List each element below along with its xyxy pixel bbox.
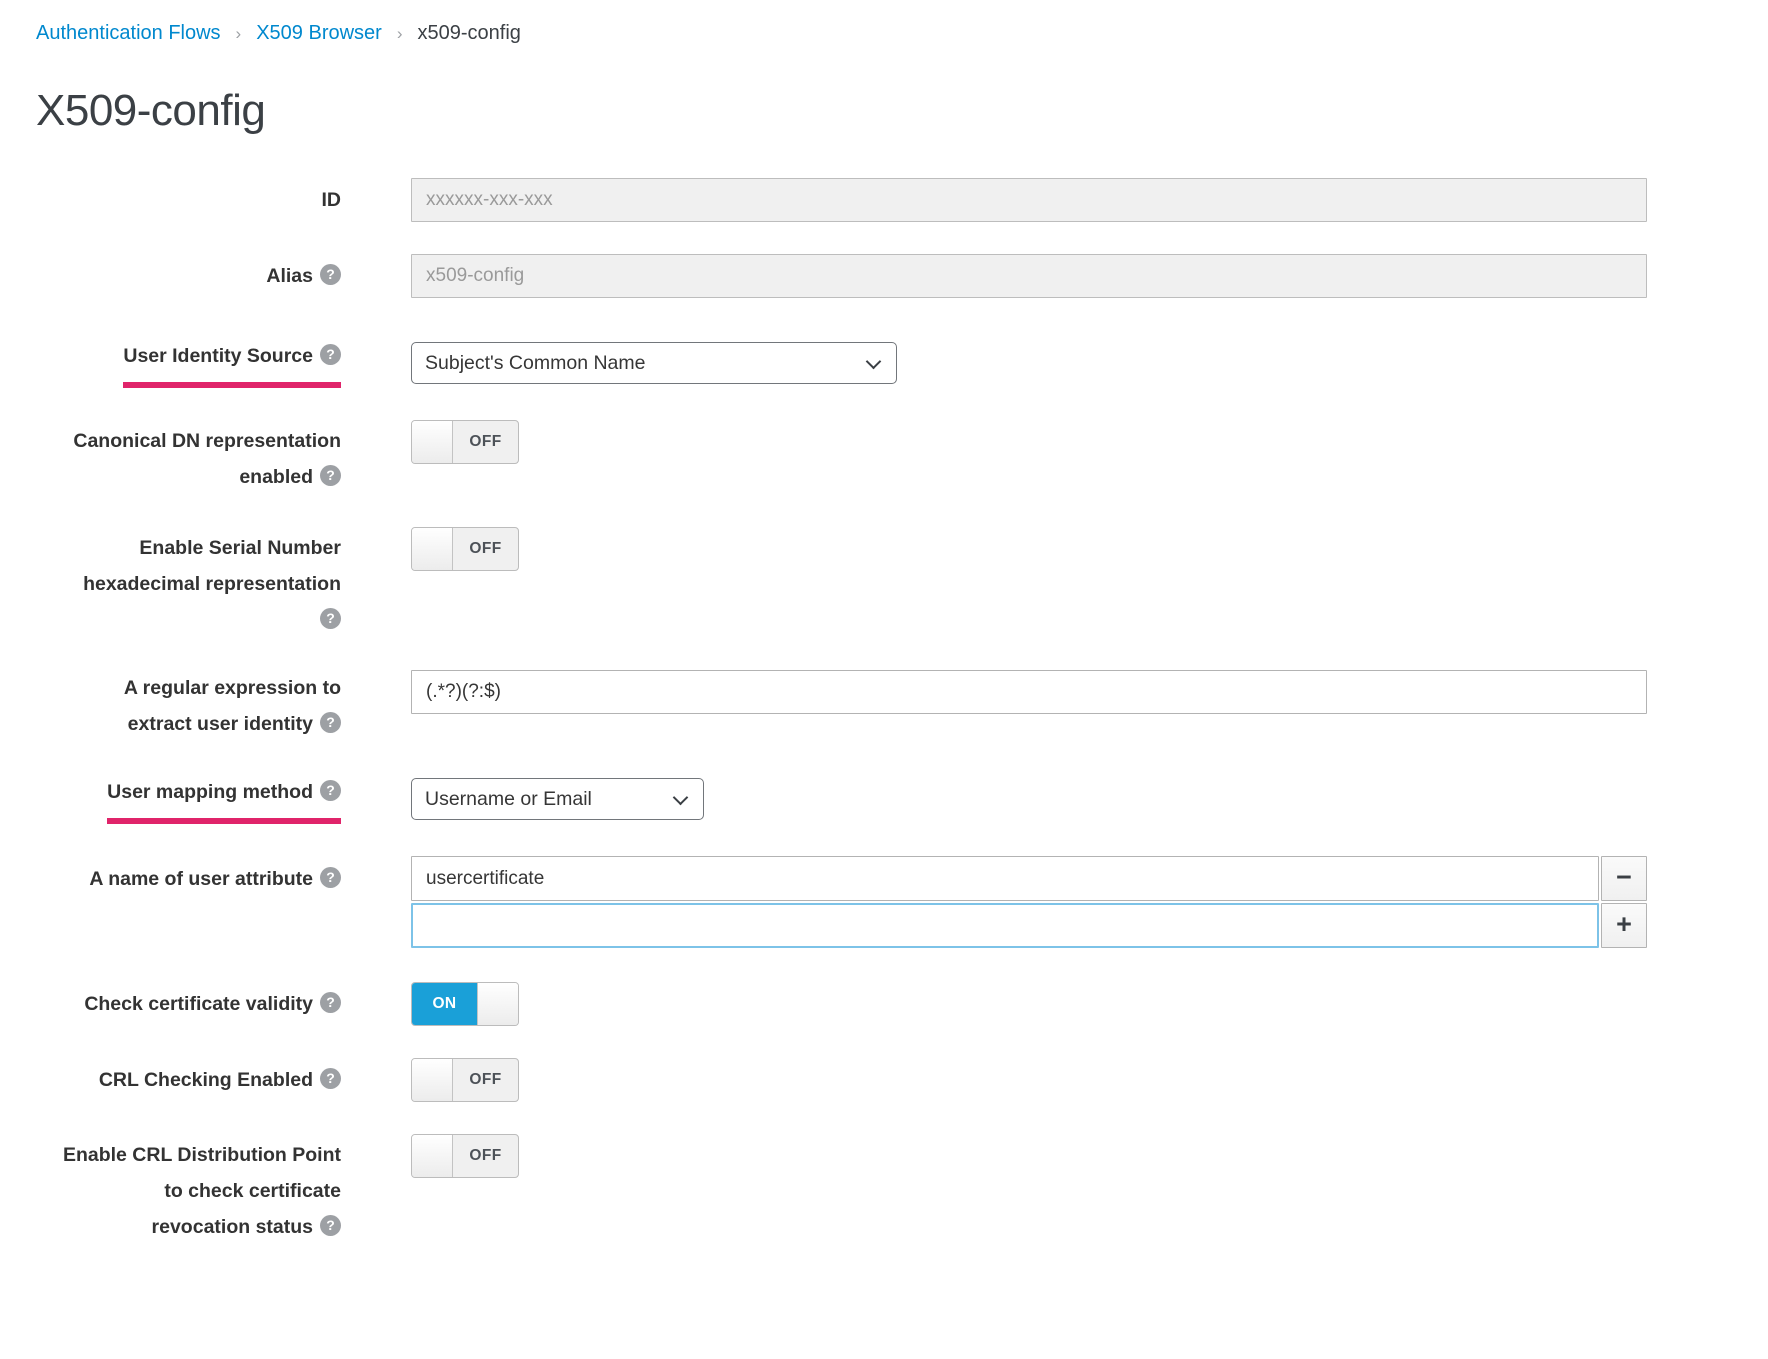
help-icon[interactable]: ?: [320, 1215, 341, 1236]
form-row-mapping-method: User mapping method? Username or Email: [36, 774, 1647, 824]
breadcrumb-link-x509-browser[interactable]: X509 Browser: [256, 20, 382, 46]
canonical-dn-label-line1: Canonical DN representation: [36, 423, 341, 459]
cert-validity-toggle[interactable]: ON: [411, 982, 519, 1026]
cert-validity-label-text: Check certificate validity: [84, 993, 313, 1015]
crl-dp-toggle[interactable]: OFF: [411, 1134, 519, 1178]
chevron-down-icon: [673, 790, 689, 806]
serial-hex-label: Enable Serial Number hexadecimal represe…: [36, 527, 341, 638]
user-attribute-row-2: +: [411, 903, 1647, 948]
crl-checking-label: CRL Checking Enabled?: [36, 1062, 341, 1098]
regex-input[interactable]: [411, 670, 1647, 714]
breadcrumb-current: x509-config: [418, 20, 521, 46]
chevron-down-icon: [866, 354, 882, 370]
canonical-dn-label-line2: enabled?: [36, 459, 341, 495]
alias-input: [411, 254, 1647, 298]
alias-label: Alias?: [36, 258, 341, 294]
serial-hex-toggle[interactable]: OFF: [411, 527, 519, 571]
canonical-dn-toggle[interactable]: OFF: [411, 420, 519, 464]
canonical-dn-label: Canonical DN representation enabled?: [36, 420, 341, 495]
help-icon[interactable]: ?: [320, 1068, 341, 1089]
user-attribute-input-1[interactable]: [411, 856, 1599, 901]
serial-hex-label-line2: hexadecimal representation: [36, 566, 341, 602]
mapping-method-label: User mapping method?: [36, 774, 341, 824]
canonical-dn-label-line2-text: enabled: [239, 466, 313, 488]
breadcrumb-separator-icon: ›: [236, 21, 242, 47]
user-identity-source-label-text: User Identity Source: [123, 345, 313, 367]
crl-dp-label-line2: to check certificate: [36, 1173, 341, 1209]
user-identity-source-selected-value: Subject's Common Name: [425, 352, 645, 375]
serial-hex-label-line1: Enable Serial Number: [36, 530, 341, 566]
mapping-method-selected-value: Username or Email: [425, 788, 592, 811]
toggle-handle: [477, 983, 518, 1025]
form-row-crl-checking: CRL Checking Enabled? OFF: [36, 1058, 1647, 1102]
crl-dp-label: Enable CRL Distribution Point to check c…: [36, 1134, 341, 1245]
user-identity-source-label: User Identity Source?: [36, 338, 341, 388]
breadcrumb: Authentication Flows › X509 Browser › x5…: [36, 20, 1647, 46]
toggle-state-label: OFF: [453, 1059, 518, 1101]
toggle-handle: [412, 1135, 453, 1177]
remove-attribute-button[interactable]: −: [1601, 856, 1647, 901]
serial-hex-help-line: ?: [36, 602, 341, 638]
help-icon[interactable]: ?: [320, 465, 341, 486]
form-row-serial-hex: Enable Serial Number hexadecimal represe…: [36, 527, 1647, 638]
help-icon[interactable]: ?: [320, 608, 341, 629]
breadcrumb-separator-icon: ›: [397, 21, 403, 47]
user-attribute-input-2[interactable]: [411, 903, 1599, 948]
toggle-handle: [412, 1059, 453, 1101]
regex-label-line2: extract user identity?: [36, 706, 341, 742]
crl-checking-toggle[interactable]: OFF: [411, 1058, 519, 1102]
crl-dp-label-line3-text: revocation status: [152, 1216, 313, 1238]
add-attribute-button[interactable]: +: [1601, 903, 1647, 948]
page-title: X509-config: [36, 86, 1647, 136]
crl-dp-label-line3: revocation status?: [36, 1209, 341, 1245]
x509-config-page: Authentication Flows › X509 Browser › x5…: [0, 0, 1768, 1359]
toggle-state-label: OFF: [453, 421, 518, 463]
mapping-method-label-text: User mapping method: [107, 781, 313, 803]
crl-dp-label-line1: Enable CRL Distribution Point: [36, 1137, 341, 1173]
user-identity-source-select[interactable]: Subject's Common Name: [411, 342, 897, 384]
user-attribute-label: A name of user attribute?: [36, 856, 341, 897]
help-icon[interactable]: ?: [320, 344, 341, 365]
toggle-handle: [412, 528, 453, 570]
crl-checking-label-text: CRL Checking Enabled: [99, 1069, 313, 1091]
form-row-canonical-dn: Canonical DN representation enabled? OFF: [36, 420, 1647, 495]
alias-label-text: Alias: [266, 265, 313, 287]
id-label-text: ID: [322, 189, 342, 211]
form-row-user-identity-source: User Identity Source? Subject's Common N…: [36, 338, 1647, 388]
id-label: ID: [36, 182, 341, 218]
toggle-handle: [412, 421, 453, 463]
regex-label: A regular expression to extract user ide…: [36, 670, 341, 742]
mapping-method-underline: User mapping method?: [107, 774, 341, 824]
form-row-alias: Alias?: [36, 254, 1647, 298]
form-row-regex: A regular expression to extract user ide…: [36, 670, 1647, 742]
id-input: [411, 178, 1647, 222]
help-icon[interactable]: ?: [320, 780, 341, 801]
form-row-id: ID: [36, 178, 1647, 222]
toggle-state-label: ON: [412, 983, 477, 1025]
help-icon[interactable]: ?: [320, 264, 341, 285]
cert-validity-label: Check certificate validity?: [36, 986, 341, 1022]
regex-label-line2-text: extract user identity: [128, 713, 313, 735]
mapping-method-select[interactable]: Username or Email: [411, 778, 704, 820]
user-attribute-row-1: −: [411, 856, 1647, 901]
user-identity-source-underline: User Identity Source?: [123, 338, 341, 388]
form-row-user-attribute: A name of user attribute? − +: [36, 856, 1647, 950]
form-row-crl-dp: Enable CRL Distribution Point to check c…: [36, 1134, 1647, 1245]
help-icon[interactable]: ?: [320, 867, 341, 888]
breadcrumb-link-authentication-flows[interactable]: Authentication Flows: [36, 20, 221, 46]
user-attribute-label-text: A name of user attribute: [89, 868, 313, 890]
toggle-state-label: OFF: [453, 1135, 518, 1177]
regex-label-line1: A regular expression to: [36, 670, 341, 706]
help-icon[interactable]: ?: [320, 992, 341, 1013]
form-row-cert-validity: Check certificate validity? ON: [36, 982, 1647, 1026]
help-icon[interactable]: ?: [320, 712, 341, 733]
toggle-state-label: OFF: [453, 528, 518, 570]
